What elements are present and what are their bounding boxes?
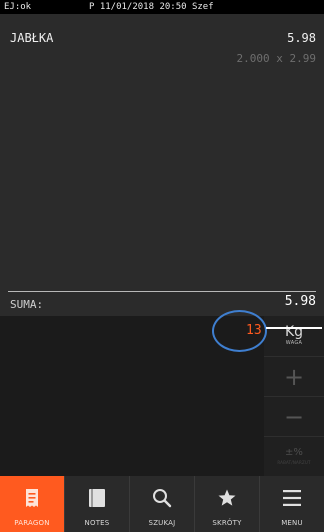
nav-label-menu: MENU <box>281 519 303 527</box>
discount-caption: RABAT/NARZUT <box>277 460 311 465</box>
notes-icon <box>88 486 106 510</box>
unit-caption: WAGA <box>285 340 303 346</box>
discount-icon: ±% <box>285 447 303 458</box>
discount-button[interactable]: ±% RABAT/NARZUT <box>264 436 324 476</box>
nav-szukaj[interactable]: SZUKAJ <box>129 476 194 532</box>
menu-icon <box>282 486 302 510</box>
nav-paragon[interactable]: PARAGON <box>0 476 64 532</box>
item-quantity: 2.000 x 2.99 <box>236 52 316 65</box>
nav-menu[interactable]: MENU <box>259 476 324 532</box>
plus-icon: + <box>283 362 305 391</box>
pointer-annotation <box>266 327 322 329</box>
printer-status: EJ:ok <box>4 2 32 12</box>
minus-icon: − <box>283 402 305 431</box>
bottom-nav: PARAGON NOTES SZUKAJ SKRÓTY MENU <box>0 476 324 532</box>
receipt-panel: JABŁKA 5.98 2.000 x 2.99 SUMA: 5.98 <box>0 14 324 316</box>
item-price: 5.98 <box>287 31 316 45</box>
nav-label-skroty: SKRÓTY <box>212 519 242 527</box>
plus-button[interactable]: + <box>264 356 324 396</box>
receipt-icon <box>24 486 40 510</box>
sum-divider <box>8 291 316 292</box>
side-panel: Kg WAGA + − ±% RABAT/NARZUT <box>264 316 324 476</box>
nav-label-paragon: PARAGON <box>14 519 50 527</box>
unit-button[interactable]: Kg WAGA <box>264 316 324 356</box>
nav-label-notes: NOTES <box>84 519 110 527</box>
nav-skroty[interactable]: SKRÓTY <box>194 476 259 532</box>
status-bar: EJ:ok P 11/01/2018 20:50 Szef <box>0 0 324 14</box>
sum-value: 5.98 <box>284 294 316 309</box>
sum-label: SUMA: <box>10 298 44 311</box>
item-name[interactable]: JABŁKA <box>10 31 53 45</box>
nav-notes[interactable]: NOTES <box>64 476 129 532</box>
session-info: P 11/01/2018 20:50 Szef <box>89 2 214 12</box>
search-icon <box>152 486 172 510</box>
star-icon <box>217 486 237 510</box>
nav-label-szukaj: SZUKAJ <box>148 519 176 527</box>
highlight-annotation <box>212 310 267 352</box>
minus-button[interactable]: − <box>264 396 324 436</box>
